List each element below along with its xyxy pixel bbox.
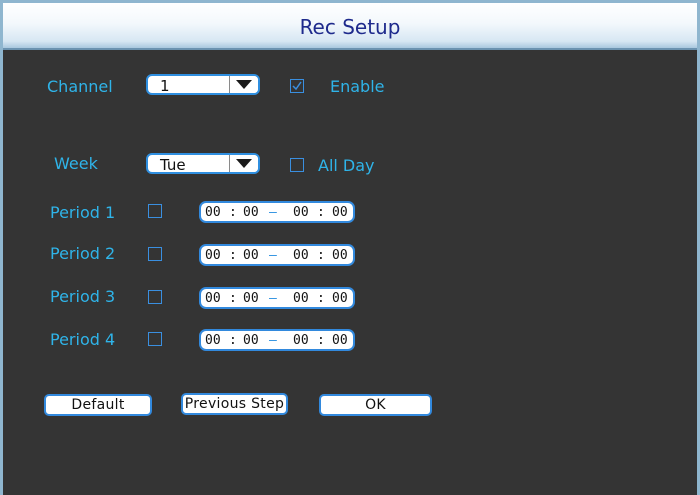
range-dash: — <box>269 291 277 306</box>
all-day-label: All Day <box>318 156 375 175</box>
start-minute[interactable]: 00 <box>243 291 259 306</box>
rec-setup-window: Rec Setup Channel 1 Enable Week Tue All … <box>0 0 700 495</box>
end-hour[interactable]: 00 <box>293 291 309 306</box>
time-separator: : <box>229 248 237 263</box>
range-dash: — <box>269 205 277 220</box>
chevron-down-icon <box>236 80 252 89</box>
enable-checkbox[interactable] <box>290 79 304 93</box>
settings-panel: Channel 1 Enable Week Tue All Day Period… <box>3 50 697 495</box>
end-minute[interactable]: 00 <box>332 291 348 306</box>
period-2-label: Period 2 <box>50 244 116 263</box>
period-4-time-range[interactable]: 00 : 00 — 00 : 00 <box>199 329 355 351</box>
time-separator: : <box>317 205 325 220</box>
time-separator: : <box>317 291 325 306</box>
start-hour[interactable]: 00 <box>205 248 221 263</box>
channel-dropdown-arrow[interactable] <box>229 76 258 93</box>
period-1-time-range[interactable]: 00 : 00 — 00 : 00 <box>199 201 355 223</box>
default-button[interactable]: Default <box>44 394 152 416</box>
range-dash: — <box>269 248 277 263</box>
end-minute[interactable]: 00 <box>332 333 348 348</box>
period-1-checkbox[interactable] <box>148 204 162 218</box>
enable-label: Enable <box>330 77 385 96</box>
channel-value: 1 <box>160 77 170 95</box>
check-icon <box>292 81 302 91</box>
week-dropdown[interactable]: Tue <box>146 153 260 174</box>
week-dropdown-arrow[interactable] <box>229 155 258 172</box>
title-bar: Rec Setup <box>3 3 697 50</box>
period-3-checkbox[interactable] <box>148 290 162 304</box>
period-3-label: Period 3 <box>50 287 116 306</box>
week-label: Week <box>54 154 98 173</box>
previous-step-button[interactable]: Previous Step <box>181 393 288 415</box>
period-2-checkbox[interactable] <box>148 247 162 261</box>
start-hour[interactable]: 00 <box>205 291 221 306</box>
chevron-down-icon <box>236 159 252 168</box>
time-separator: : <box>229 333 237 348</box>
start-hour[interactable]: 00 <box>205 333 221 348</box>
period-4-checkbox[interactable] <box>148 332 162 346</box>
end-hour[interactable]: 00 <box>293 205 309 220</box>
period-2-time-range[interactable]: 00 : 00 — 00 : 00 <box>199 244 355 266</box>
page-title: Rec Setup <box>299 15 401 39</box>
time-separator: : <box>229 205 237 220</box>
end-hour[interactable]: 00 <box>293 333 309 348</box>
range-dash: — <box>269 333 277 348</box>
period-1-label: Period 1 <box>50 203 116 222</box>
period-4-label: Period 4 <box>50 330 116 349</box>
period-3-time-range[interactable]: 00 : 00 — 00 : 00 <box>199 287 355 309</box>
time-separator: : <box>229 291 237 306</box>
ok-button[interactable]: OK <box>319 394 432 416</box>
start-minute[interactable]: 00 <box>243 205 259 220</box>
end-minute[interactable]: 00 <box>332 205 348 220</box>
start-minute[interactable]: 00 <box>243 248 259 263</box>
time-separator: : <box>317 248 325 263</box>
channel-label: Channel <box>47 77 113 96</box>
all-day-checkbox[interactable] <box>290 158 304 172</box>
week-value: Tue <box>160 156 186 174</box>
channel-dropdown[interactable]: 1 <box>146 74 260 95</box>
end-hour[interactable]: 00 <box>293 248 309 263</box>
start-minute[interactable]: 00 <box>243 333 259 348</box>
time-separator: : <box>317 333 325 348</box>
start-hour[interactable]: 00 <box>205 205 221 220</box>
end-minute[interactable]: 00 <box>332 248 348 263</box>
